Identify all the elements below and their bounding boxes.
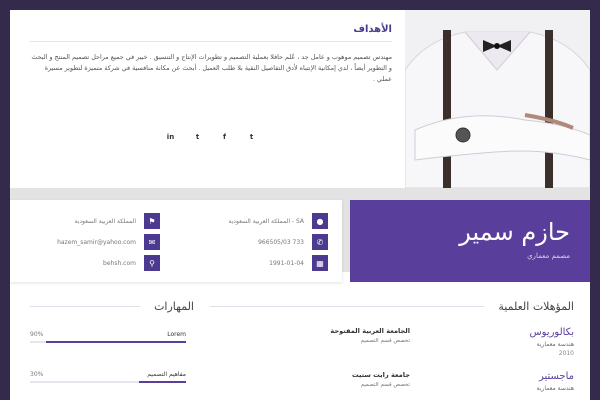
tumblr-icon[interactable]: t bbox=[188, 128, 207, 147]
envelope-icon: ✉ bbox=[144, 234, 160, 250]
university-block: جامعة رايت ستيت تخصص قسم التصميم bbox=[210, 371, 420, 392]
skill-bar-fill bbox=[139, 381, 186, 383]
skill-item: Lorem 90% bbox=[30, 331, 200, 353]
skill-percent: 90% bbox=[30, 331, 44, 338]
location-item: المملكة العربية السعودية - SA ● bbox=[168, 211, 328, 231]
divider bbox=[210, 306, 485, 307]
flag-icon: ⚑ bbox=[144, 213, 160, 229]
facebook-icon[interactable]: f bbox=[215, 128, 234, 147]
degree-block: ماجستير هندسة معمارية bbox=[420, 371, 580, 392]
skill-bar bbox=[30, 381, 186, 383]
divider bbox=[30, 306, 141, 307]
skills-title: المهارات bbox=[154, 300, 194, 313]
phone-item: 966505/03 733 ✆ bbox=[168, 232, 328, 252]
website-text[interactable]: behsh.com bbox=[103, 260, 136, 267]
linkedin-icon[interactable]: in bbox=[161, 128, 180, 147]
skill-item: مفاهيم التصميم 30% bbox=[30, 371, 200, 393]
map-pin-icon: ● bbox=[312, 213, 328, 229]
university-block: الجامعة العربية المفتوحة تخصص قسم التصمي… bbox=[210, 327, 420, 357]
skill-bar bbox=[30, 341, 186, 343]
objectives-section: الأهداف مهندس تصميم موهوب و عامل جد ، عُ… bbox=[30, 24, 392, 184]
degree-block: بكالوريوس هندسة معمارية 2010 bbox=[420, 327, 580, 357]
birthdate-text: 1991-01-04 bbox=[269, 259, 304, 267]
birthdate-item: 1991-01-04 ▦ bbox=[168, 253, 328, 273]
email-item: hazem_samir@yahoo.com ✉ bbox=[40, 232, 160, 252]
qualification-item: بكالوريوس هندسة معمارية 2010 الجامعة الع… bbox=[210, 327, 580, 357]
link-icon: ⚲ bbox=[144, 255, 160, 271]
qualifications-title: المؤهلات العلمية bbox=[498, 300, 574, 313]
skill-name: Lorem bbox=[167, 331, 186, 338]
skill-name: مفاهيم التصميم bbox=[147, 371, 186, 378]
skills-section: المهارات Lorem 90% مفاهيم التصميم 30% bbox=[30, 300, 200, 393]
degree-year: 2010 bbox=[558, 350, 574, 357]
twitter-icon[interactable]: t bbox=[242, 128, 261, 147]
phone-text: 966505/03 733 bbox=[258, 238, 304, 246]
skill-bar-fill bbox=[45, 341, 186, 343]
university-name: الجامعة العربية المفتوحة bbox=[330, 327, 410, 335]
person-role: مصمم معماري bbox=[527, 252, 570, 260]
calendar-icon: ▦ bbox=[312, 255, 328, 271]
name-banner: حازم سمير مصمم معماري bbox=[350, 200, 590, 282]
phone-icon: ✆ bbox=[312, 234, 328, 250]
email-text[interactable]: hazem_samir@yahoo.com bbox=[57, 239, 136, 246]
skills-header: المهارات bbox=[30, 300, 200, 313]
degree-title: ماجستير bbox=[538, 371, 574, 382]
degree-field: هندسة معمارية bbox=[536, 341, 574, 348]
qualifications-header: المؤهلات العلمية bbox=[210, 300, 580, 313]
nationality-text: المملكة العربية السعودية bbox=[74, 217, 136, 225]
contact-card: المملكة العربية السعودية - SA ● المملكة … bbox=[10, 200, 342, 282]
website-item: behsh.com ⚲ bbox=[40, 253, 160, 273]
qualifications-section: المؤهلات العلمية بكالوريوس هندسة معمارية… bbox=[210, 300, 580, 392]
university-department: تخصص قسم التصميم bbox=[360, 338, 410, 344]
objectives-text: مهندس تصميم موهوب و عامل جد ، عُلم حافلا… bbox=[31, 53, 392, 83]
nationality-item: المملكة العربية السعودية ⚑ bbox=[40, 211, 160, 231]
university-name: جامعة رايت ستيت bbox=[352, 371, 410, 379]
person-name: حازم سمير bbox=[459, 218, 570, 246]
qualification-item: ماجستير هندسة معمارية جامعة رايت ستيت تخ… bbox=[210, 371, 580, 392]
social-links: in t f t bbox=[30, 128, 392, 147]
degree-field: هندسة معمارية bbox=[536, 385, 574, 392]
contact-band: المملكة العربية السعودية - SA ● المملكة … bbox=[10, 188, 590, 282]
profile-photo bbox=[405, 10, 590, 188]
resume-sheet: الأهداف مهندس تصميم موهوب و عامل جد ، عُ… bbox=[10, 10, 590, 400]
location-text: المملكة العربية السعودية - SA bbox=[228, 217, 304, 225]
degree-title: بكالوريوس bbox=[529, 327, 574, 338]
university-department: تخصص قسم التصميم bbox=[360, 382, 410, 388]
skill-percent: 30% bbox=[30, 371, 44, 378]
objectives-title: الأهداف bbox=[30, 24, 392, 42]
